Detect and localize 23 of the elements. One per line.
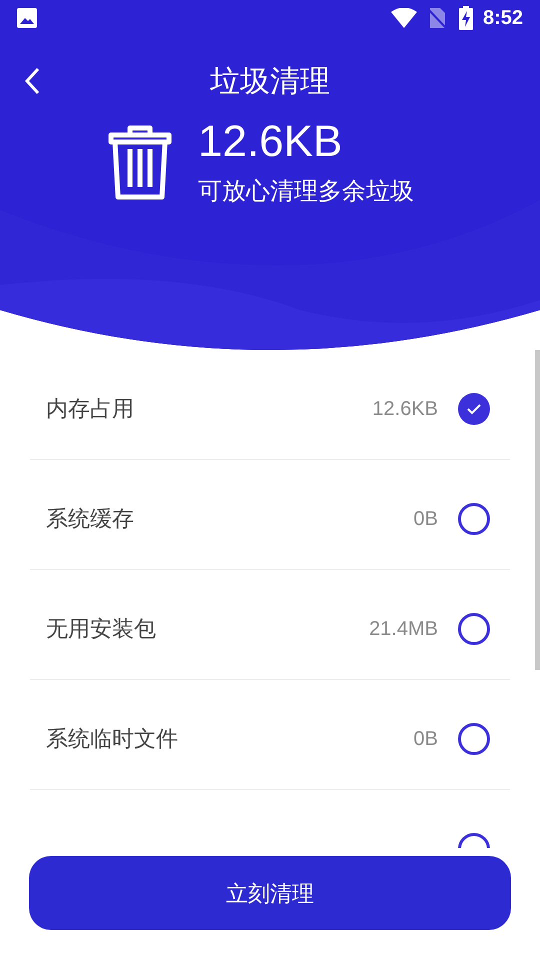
item-size: 21.4MB — [369, 616, 438, 642]
trash-icon — [108, 125, 172, 201]
battery-charging-icon — [458, 6, 473, 30]
page-title: 垃圾清理 — [210, 64, 330, 100]
back-icon — [24, 67, 40, 95]
image-icon — [17, 8, 37, 28]
item-checkbox[interactable] — [458, 392, 490, 424]
clean-button[interactable]: 立刻清理 — [29, 856, 511, 930]
item-checkbox[interactable] — [458, 502, 490, 534]
junk-subtitle: 可放心清理多余垃圾 — [198, 177, 414, 207]
item-label: 无用安装包 — [46, 615, 156, 643]
junk-size: 12.6KB — [198, 116, 344, 168]
check-icon — [466, 402, 482, 414]
item-label: 系统临时文件 — [46, 725, 178, 753]
item-checkbox[interactable] — [458, 612, 490, 644]
item-size: 12.6KB — [372, 396, 438, 422]
item-label: 内存占用 — [46, 395, 134, 423]
status-time: 8:52 — [482, 6, 523, 31]
item-label: 系统缓存 — [46, 505, 134, 533]
item-checkbox[interactable] — [458, 722, 490, 754]
wifi-icon — [390, 8, 417, 28]
item-size: 0B — [414, 726, 438, 752]
item-size: 0B — [414, 506, 438, 532]
